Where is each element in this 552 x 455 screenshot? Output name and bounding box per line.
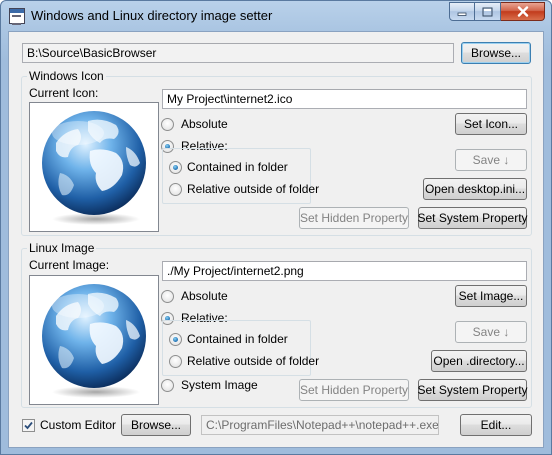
current-icon-label: Current Icon: — [29, 86, 99, 100]
windows-set-hidden-button[interactable]: Set Hidden Property — [299, 207, 409, 229]
windows-contained-label: Contained in folder — [187, 160, 288, 174]
main-window: Windows and Linux directory image setter… — [0, 0, 552, 455]
linux-image-path-field[interactable]: ./My Project/internet2.png — [162, 261, 527, 281]
linux-outside-radio[interactable] — [169, 355, 182, 368]
linux-contained-radio[interactable] — [169, 333, 182, 346]
set-image-button[interactable]: Set Image... — [455, 285, 527, 307]
maximize-button[interactable] — [475, 2, 501, 21]
set-icon-button[interactable]: Set Icon... — [455, 113, 527, 135]
maximize-icon — [482, 7, 493, 16]
linux-absolute-radio[interactable] — [161, 290, 174, 303]
open-directory-button[interactable]: Open .directory... — [431, 350, 527, 372]
windows-set-system-button[interactable]: Set System Property — [417, 207, 528, 229]
globe-icon — [42, 111, 146, 225]
browse-source-button[interactable]: Browse... — [461, 42, 531, 64]
windows-outside-radio[interactable] — [169, 183, 182, 196]
editor-path-field[interactable]: C:\ProgramFiles\Notepad++\notepad++.exe — [201, 415, 439, 435]
system-image-label: System Image — [181, 378, 258, 392]
client-area: B:\Source\BasicBrowser Browse... Windows… — [8, 31, 544, 448]
caption-buttons — [449, 2, 545, 21]
globe-icon — [42, 284, 146, 398]
custom-editor-label: Custom Editor — [40, 418, 117, 432]
linux-absolute-label: Absolute — [181, 289, 228, 303]
windows-contained-radio[interactable] — [169, 161, 182, 174]
linux-outside-label: Relative outside of folder — [187, 354, 320, 368]
edit-button[interactable]: Edit... — [460, 414, 532, 436]
windows-save-button[interactable]: Save ↓ — [455, 149, 527, 171]
source-path-field[interactable]: B:\Source\BasicBrowser — [22, 43, 454, 63]
linux-set-hidden-button[interactable]: Set Hidden Property — [299, 379, 409, 401]
windows-icon-path-field[interactable]: My Project\internet2.ico — [162, 89, 527, 109]
open-desktop-ini-button[interactable]: Open desktop.ini... — [423, 178, 527, 200]
linux-image-preview — [29, 275, 159, 405]
system-image-radio[interactable] — [161, 379, 174, 392]
app-window-icon — [9, 8, 25, 25]
minimize-icon — [457, 12, 467, 16]
windows-absolute-radio[interactable] — [161, 118, 174, 131]
windows-outside-label: Relative outside of folder — [187, 182, 320, 196]
windows-absolute-label: Absolute — [181, 117, 228, 131]
linux-contained-label: Contained in folder — [187, 332, 288, 346]
browse-editor-button[interactable]: Browse... — [121, 414, 191, 436]
windows-icon-preview — [29, 102, 159, 232]
linux-image-group-title: Linux Image — [27, 241, 97, 255]
minimize-button[interactable] — [449, 2, 475, 21]
current-image-label: Current Image: — [29, 258, 110, 272]
title-bar[interactable]: Windows and Linux directory image setter — [1, 1, 551, 31]
custom-editor-checkbox[interactable] — [22, 419, 35, 432]
close-icon — [517, 6, 528, 17]
windows-icon-group-title: Windows Icon — [27, 69, 106, 83]
checkmark-icon — [24, 421, 33, 430]
window-title: Windows and Linux directory image setter — [31, 8, 273, 23]
close-button[interactable] — [501, 2, 545, 21]
linux-save-button[interactable]: Save ↓ — [455, 321, 527, 343]
linux-set-system-button[interactable]: Set System Property — [417, 379, 528, 401]
